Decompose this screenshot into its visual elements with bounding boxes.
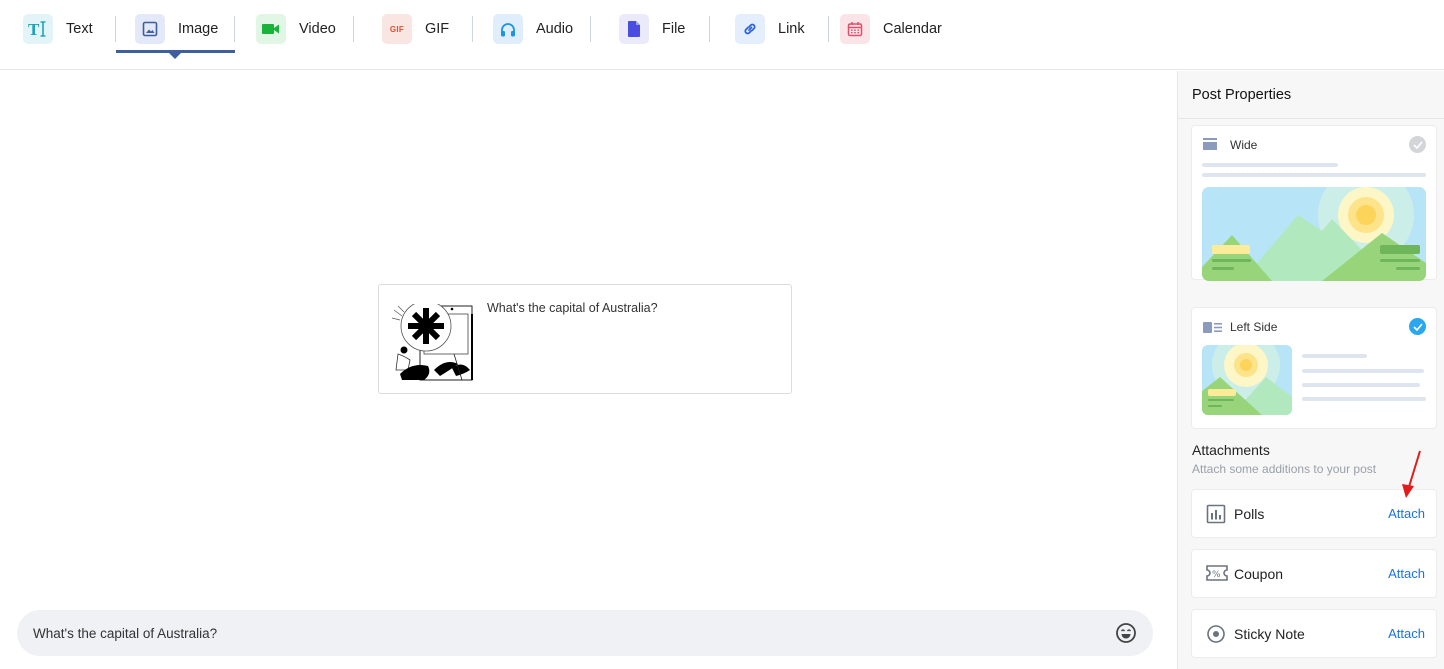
attachments-subtitle: Attach some additions to your post <box>1192 462 1377 476</box>
tab-link[interactable]: Link <box>735 14 805 44</box>
tab-text[interactable]: T Text <box>23 14 93 44</box>
layout-name: Left Side <box>1230 320 1278 334</box>
left-side-layout-preview <box>1202 345 1426 415</box>
attachment-label: Coupon <box>1234 566 1284 582</box>
tab-label: Link <box>778 21 805 37</box>
panel-header: Post Properties <box>1178 71 1444 119</box>
tab-file[interactable]: File <box>619 14 685 44</box>
attachment-label: Polls <box>1234 506 1265 522</box>
tab-divider <box>472 16 473 42</box>
checked-circle-icon <box>1409 318 1426 335</box>
link-icon <box>735 14 765 44</box>
tab-divider <box>709 16 710 42</box>
tab-calendar[interactable]: Calendar <box>840 14 942 44</box>
gif-icon: GIF <box>382 14 412 44</box>
post-composer <box>17 610 1153 656</box>
tab-label: Video <box>299 21 336 37</box>
post-preview-card: What's the capital of Australia? <box>378 284 792 394</box>
wide-layout-icon <box>1203 138 1217 156</box>
tab-label: Calendar <box>883 21 942 37</box>
layout-option-left-side[interactable]: Left Side <box>1191 307 1437 429</box>
post-properties-panel: Post Properties Wide Left Side Attachmen… <box>1177 71 1444 669</box>
tab-gif[interactable]: GIF GIF <box>382 14 449 44</box>
tab-image[interactable]: Image <box>135 14 218 44</box>
tab-divider <box>828 16 829 42</box>
post-type-tabbar: T Text Image Video GIF GIF Audio File Li… <box>0 0 1444 70</box>
tab-audio[interactable]: Audio <box>493 14 573 44</box>
file-icon <box>619 14 649 44</box>
annotation-arrow-icon <box>1402 450 1421 498</box>
svg-text:T: T <box>28 20 40 38</box>
post-text-input[interactable] <box>33 610 1103 656</box>
coupon-icon: % <box>1206 564 1228 584</box>
active-tab-caret <box>169 53 181 59</box>
tab-divider <box>590 16 591 42</box>
gif-glyph: GIF <box>389 24 405 34</box>
poll-chart-icon <box>1206 504 1226 524</box>
tab-divider <box>115 16 116 42</box>
svg-text:%: % <box>1212 570 1221 580</box>
tab-video[interactable]: Video <box>256 14 336 44</box>
layout-option-wide[interactable]: Wide <box>1191 125 1437 281</box>
text-icon: T <box>23 14 53 44</box>
attachment-label: Sticky Note <box>1234 626 1305 642</box>
image-icon <box>135 14 165 44</box>
tab-label: File <box>662 21 686 37</box>
post-illustration-image <box>390 300 476 382</box>
wide-layout-preview <box>1202 163 1426 281</box>
radio-dot-icon <box>1206 624 1226 644</box>
tab-label: Image <box>178 21 219 37</box>
tab-divider <box>234 16 235 42</box>
attachment-row-sticky-note: Sticky Note Attach <box>1191 609 1437 658</box>
post-editor-canvas: What's the capital of Australia? <box>0 71 1177 669</box>
layout-name: Wide <box>1230 138 1258 152</box>
attach-polls-button[interactable]: Attach <box>1388 506 1425 521</box>
calendar-icon <box>840 14 870 44</box>
smiley-icon[interactable] <box>1115 622 1137 644</box>
tab-divider <box>353 16 354 42</box>
attach-coupon-button[interactable]: Attach <box>1388 566 1425 581</box>
tab-label: Text <box>66 21 93 37</box>
headphones-icon <box>493 14 523 44</box>
tab-label: Audio <box>536 21 574 37</box>
panel-title: Post Properties <box>1192 87 1292 103</box>
attachment-row-coupon: % Coupon Attach <box>1191 549 1437 598</box>
left-side-layout-icon <box>1203 320 1223 338</box>
unchecked-circle-icon <box>1409 136 1426 153</box>
video-icon <box>256 14 286 44</box>
attach-sticky-note-button[interactable]: Attach <box>1388 626 1425 641</box>
tab-label: GIF <box>425 21 450 37</box>
attachments-heading: Attachments <box>1192 442 1270 458</box>
post-preview-text: What's the capital of Australia? <box>487 301 658 315</box>
